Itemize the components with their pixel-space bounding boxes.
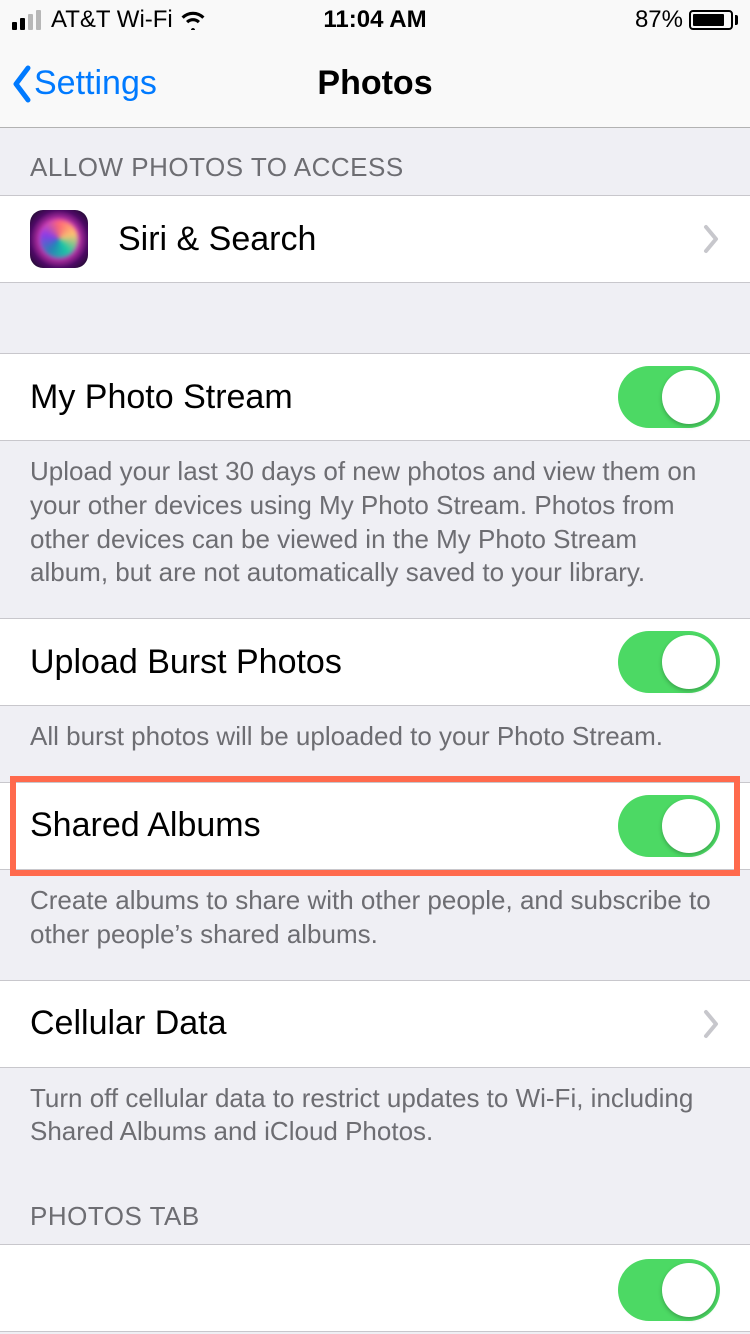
wifi-icon [179,10,207,30]
spacer [0,283,750,353]
toggle-upload-burst[interactable] [618,631,720,693]
toggle-my-photo-stream[interactable] [618,366,720,428]
cell-peek [0,1244,750,1332]
back-button[interactable]: Settings [10,64,157,104]
back-label: Settings [34,64,157,103]
nav-bar: Settings Photos [0,40,750,128]
status-left: AT&T Wi-Fi [12,6,207,34]
status-right: 87% [635,6,738,34]
cell-my-photo-stream-label: My Photo Stream [30,378,618,417]
battery-icon [689,10,738,30]
cellular-signal-icon [12,10,41,30]
chevron-right-icon [702,1009,720,1039]
cell-shared-albums-label: Shared Albums [30,806,618,845]
siri-icon [30,210,88,268]
status-bar: AT&T Wi-Fi 11:04 AM 87% [0,0,750,40]
battery-percent-label: 87% [635,6,683,34]
chevron-right-icon [702,224,720,254]
cell-my-photo-stream: My Photo Stream [0,353,750,441]
cell-cellular-data-label: Cellular Data [30,1004,686,1043]
footer-upload-burst: All burst photos will be uploaded to you… [0,706,750,782]
section-header-access: ALLOW PHOTOS TO ACCESS [0,128,750,195]
carrier-label: AT&T Wi-Fi [47,6,173,34]
cell-siri-search-label: Siri & Search [118,220,686,259]
footer-my-photo-stream: Upload your last 30 days of new photos a… [0,441,750,618]
section-header-photos-tab: PHOTOS TAB [0,1177,750,1244]
footer-shared-albums: Create albums to share with other people… [0,870,750,980]
cell-upload-burst-label: Upload Burst Photos [30,643,618,682]
cell-upload-burst: Upload Burst Photos [0,618,750,706]
toggle-shared-albums[interactable] [618,795,720,857]
cell-shared-albums: Shared Albums [0,782,750,870]
highlight-shared-albums: Shared Albums [0,782,750,870]
cell-siri-search[interactable]: Siri & Search [0,195,750,283]
footer-cellular-data: Turn off cellular data to restrict updat… [0,1068,750,1178]
toggle-peek[interactable] [618,1259,720,1321]
cell-cellular-data[interactable]: Cellular Data [0,980,750,1068]
chevron-left-icon [10,64,34,104]
